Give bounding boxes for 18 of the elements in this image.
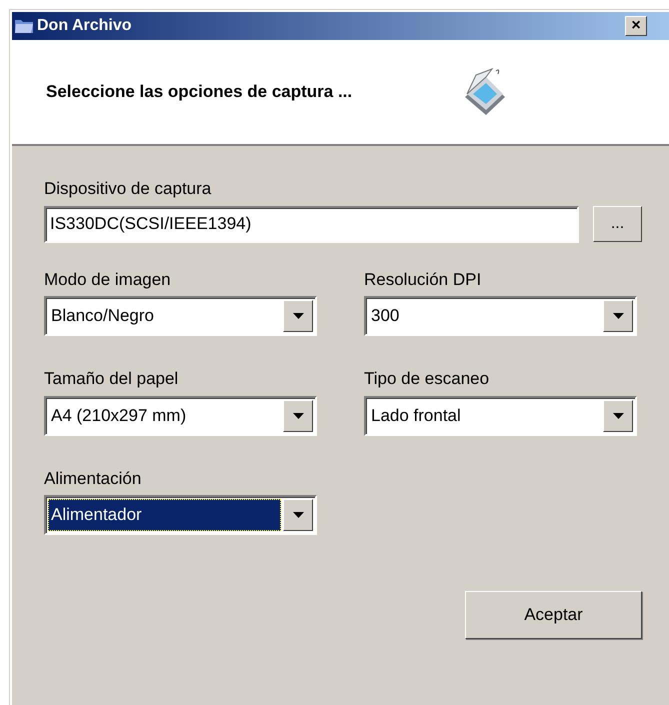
header-title: Seleccione las opciones de captura ... <box>46 81 352 104</box>
folder-icon <box>15 19 33 33</box>
field-label: Tipo de escaneo <box>364 368 490 390</box>
field-label: Alimentación <box>44 468 142 490</box>
dropdown[interactable]: Blanco/Negro <box>44 296 317 336</box>
dropdown[interactable]: 300 <box>364 296 637 336</box>
field-label: Modo de imagen <box>44 268 172 290</box>
window-title: Don Archivo <box>37 16 132 36</box>
dropdown[interactable]: Lado frontal <box>364 396 637 436</box>
field-label: Tamaño del papel <box>44 368 180 390</box>
browse-button[interactable]: ... <box>593 206 642 242</box>
device-field[interactable]: IS330DC(SCSI/IEEE1394) <box>44 206 579 242</box>
dropdown[interactable]: A4 (210x297 mm) <box>44 396 317 436</box>
accept-button[interactable]: Aceptar <box>465 591 642 639</box>
field-label: Resolución DPI <box>364 268 482 290</box>
dropdown[interactable]: Alimentador <box>44 495 317 535</box>
close-button[interactable]: × <box>625 16 647 36</box>
field-label: Dispositivo de captura <box>44 178 212 200</box>
